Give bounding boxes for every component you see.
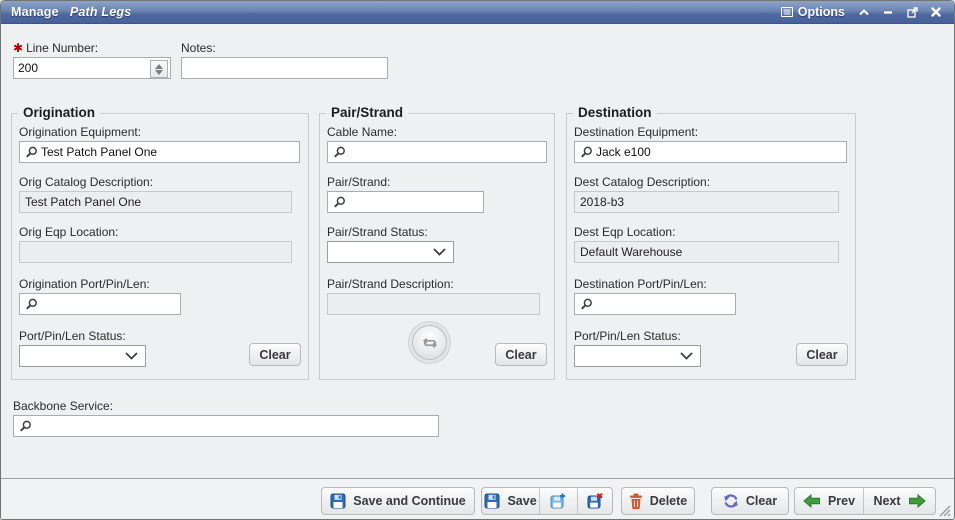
origination-equipment-field-box [19,141,300,163]
prev-button[interactable]: Prev [795,488,863,514]
origination-status-select[interactable] [19,345,146,367]
save-button-group: Save [481,487,613,515]
notes-field-box [181,57,388,79]
minimize-icon [883,7,893,17]
dest-catalog-description-field: 2018-b3 [574,191,839,213]
pair-strand-input[interactable] [328,192,483,212]
save-and-close-button[interactable] [577,488,612,514]
refresh-icon [723,493,739,509]
pair-strand-legend: Pair/Strand [326,105,408,120]
origination-equipment-label: Origination Equipment: [19,125,141,139]
dest-eqp-location-label: Dest Eqp Location: [574,225,675,239]
footer-toolbar: Save and Continue Save [1,478,954,520]
origination-legend: Origination [18,105,100,120]
orig-catalog-description-label: Orig Catalog Description: [19,175,153,189]
destination-port-input[interactable] [575,294,735,314]
orig-eqp-location-label: Orig Eqp Location: [19,225,118,239]
line-number-spinner[interactable] [150,60,168,78]
backbone-service-input[interactable] [14,416,438,436]
destination-legend: Destination [573,105,657,120]
pair-strand-status-select[interactable] [327,241,454,263]
notes-label: Notes: [181,41,216,55]
close-button[interactable] [928,4,944,20]
window-title: Manage Path Legs [11,5,131,19]
origination-clear-button[interactable]: Clear [249,343,301,366]
save-button[interactable]: Save [482,488,539,514]
pair-strand-label: Pair/Strand: [327,175,390,189]
save-x-icon [587,493,603,509]
required-marker: ✱ [13,41,23,55]
backbone-service-label: Backbone Service: [13,399,113,413]
destination-equipment-field-box [574,141,847,163]
manage-path-legs-window: Manage Path Legs Options [0,0,955,520]
cable-name-input[interactable] [328,142,546,162]
dest-catalog-description-label: Dest Catalog Description: [574,175,710,189]
collapse-button[interactable] [856,4,872,20]
chevron-up-icon [859,9,869,16]
resize-grip[interactable] [937,503,951,517]
titlebar: Manage Path Legs Options [1,1,954,24]
destination-status-select[interactable] [574,345,701,367]
pair-strand-clear-button[interactable]: Clear [495,343,547,366]
destination-port-label: Destination Port/Pin/Len: [574,277,707,291]
titlebar-controls: Options [778,4,944,20]
line-number-input[interactable] [14,58,170,78]
delete-button[interactable]: Delete [621,487,695,515]
options-label: Options [798,5,845,19]
chevron-down-icon [125,352,138,360]
pair-strand-status-label: Pair/Strand Status: [327,225,428,239]
arrow-right-icon [908,494,926,508]
pair-strand-description-label: Pair/Strand Description: [327,277,454,291]
trash-icon [629,493,643,509]
dest-eqp-location-field: Default Warehouse [574,241,839,263]
pair-strand-description-field [327,293,540,315]
next-button[interactable]: Next [863,488,935,514]
destination-equipment-label: Destination Equipment: [574,125,698,139]
cable-name-label: Cable Name: [327,125,397,139]
save-and-new-button[interactable] [539,488,576,514]
line-number-label: ✱Line Number: [13,41,98,55]
popout-button[interactable] [904,4,920,20]
destination-status-label: Port/Pin/Len Status: [574,329,681,343]
origination-port-field-box [19,293,181,315]
save-and-continue-button[interactable]: Save and Continue [321,487,475,515]
popout-icon [907,7,918,18]
origination-status-label: Port/Pin/Len Status: [19,329,126,343]
pair-strand-field-box [327,191,484,213]
destination-equipment-input[interactable] [575,142,846,162]
prev-next-button-group: Prev Next [794,487,936,515]
origination-port-input[interactable] [20,294,180,314]
orig-eqp-location-field [19,241,292,263]
chevron-down-icon [433,248,446,256]
cable-name-field-box [327,141,547,163]
destination-port-field-box [574,293,736,315]
options-button[interactable]: Options [778,4,848,20]
save-icon [330,493,346,509]
arrow-left-icon [803,494,821,508]
swap-refresh-button[interactable] [412,325,447,360]
line-number-field-box [13,57,171,79]
destination-clear-button[interactable]: Clear [796,343,848,366]
options-list-icon [781,6,793,18]
save-plus-icon [550,493,566,509]
backbone-service-field-box [13,415,439,437]
close-icon [931,7,941,17]
minimize-button[interactable] [880,4,896,20]
spinner-up-icon [155,64,163,69]
origination-equipment-input[interactable] [20,142,299,162]
clear-button[interactable]: Clear [711,487,789,515]
save-icon [484,493,500,509]
sync-loop-icon [421,334,439,352]
origination-port-label: Origination Port/Pin/Len: [19,277,150,291]
window-title-emphasis: Path Legs [70,5,132,19]
spinner-down-icon [155,70,163,75]
notes-input[interactable] [182,58,387,78]
orig-catalog-description-field: Test Patch Panel One [19,191,292,213]
chevron-down-icon [680,352,693,360]
window-title-prefix: Manage [11,5,59,19]
